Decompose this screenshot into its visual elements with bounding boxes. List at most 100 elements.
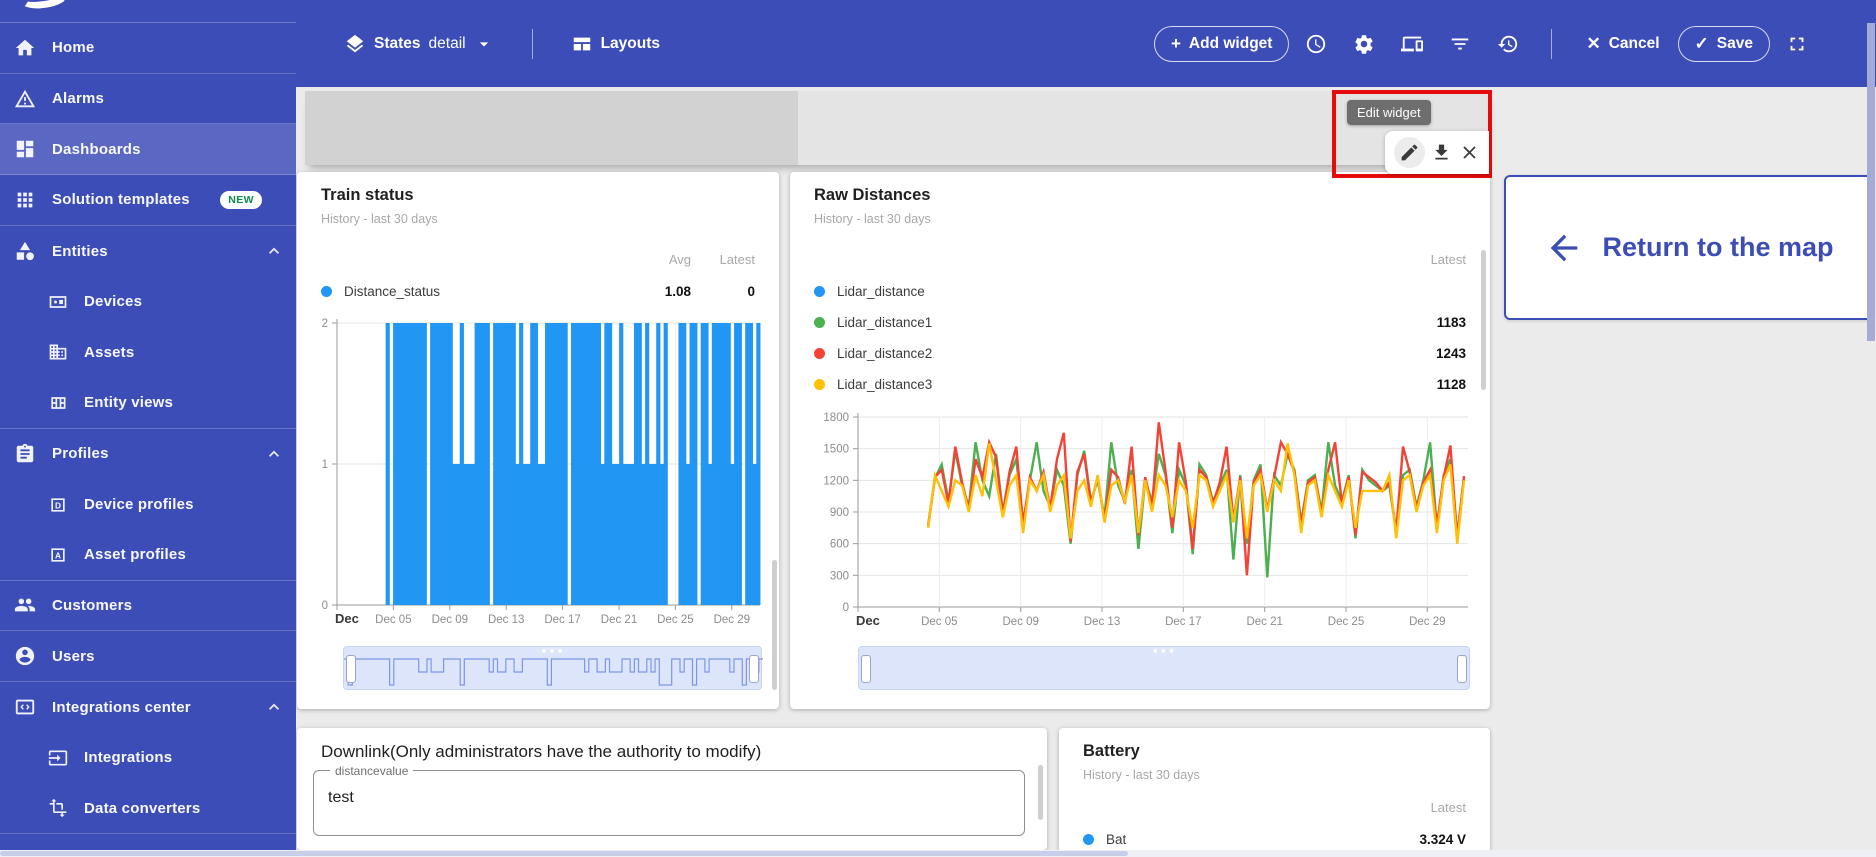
data-converters-icon [48,798,68,818]
state-value: detail [429,35,466,53]
version-history-button[interactable] [1487,23,1529,65]
svg-text:Dec 17: Dec 17 [1165,616,1201,628]
range-handle-right[interactable] [1457,655,1467,683]
sidebar-item-data-converters[interactable]: Data converters [0,783,296,834]
toolbar-divider [532,29,533,59]
legend-scrollbar-thumb[interactable] [1481,250,1486,390]
sidebar-item-label: Devices [84,293,142,310]
asset-profiles-icon [48,545,68,565]
distancevalue-input[interactable] [328,789,998,807]
widget-downlink[interactable]: Downlink(Only administrators have the au… [297,728,1047,850]
filters-button[interactable] [1439,23,1481,65]
save-button[interactable]: ✓ Save [1678,26,1770,62]
add-widget-button[interactable]: + Add widget [1154,26,1289,62]
range-handle-left[interactable] [346,655,356,683]
range-grip[interactable]: ■ ■ ■ [542,649,564,655]
cancel-label: Cancel [1609,35,1660,53]
legend-item-distance_status[interactable]: Distance_status1.080 [321,280,755,302]
sidebar-item-label: Users [52,648,95,665]
sidebar-item-home[interactable]: Home [0,23,296,74]
sidebar-item-dashboards[interactable]: Dashboards [0,124,296,175]
time-window-button[interactable] [1295,23,1337,65]
entity-aliases-button[interactable] [1391,23,1433,65]
sidebar-item-device-profiles[interactable]: Device profiles [0,479,296,530]
thingsboard-logo-icon [19,0,69,11]
widget-battery[interactable]: Battery History - last 30 days Latest Ba… [1059,728,1490,852]
legend-header-latest: Latest [1431,252,1466,267]
range-handle-right[interactable] [749,655,759,683]
edit-widget-button[interactable] [1394,137,1425,168]
legend-item-lidar_distance[interactable]: Lidar_distance [814,280,1466,302]
train-status-chart: 012DecDec 05Dec 09Dec 13Dec 17Dec 21Dec … [297,312,779,634]
widget-train-status[interactable]: Train status History - last 30 days Avg … [297,172,779,709]
train-chart-range-selector[interactable]: ■ ■ ■ [343,646,762,690]
sidebar-item-profiles[interactable]: Profiles [0,429,296,480]
download-widget-button[interactable] [1431,142,1452,163]
svg-text:Dec: Dec [335,611,359,626]
legend-item-bat[interactable]: Bat3.324 V [1083,828,1466,850]
svg-text:Dec 25: Dec 25 [657,614,693,626]
widget-scrollbar-thumb[interactable] [772,560,777,690]
svg-text:Dec 13: Dec 13 [488,614,524,626]
widget-raw-distances[interactable]: Raw Distances History - last 30 days Lat… [790,172,1490,709]
entities-icon [14,240,36,262]
sidebar-item-label: Solution templates [52,191,190,208]
sidebar-item-solution-templates[interactable]: Solution templatesNEW [0,175,296,226]
sidebar-item-devices[interactable]: Devices [0,276,296,327]
layouts-icon [571,33,593,55]
sidebar-item-entities[interactable]: Entities [0,226,296,277]
svg-text:Dec 21: Dec 21 [601,614,637,626]
widget-title: Downlink(Only administrators have the au… [321,742,761,762]
sidebar-item-entity-views[interactable]: Entity views [0,378,296,429]
horizontal-scrollbar-thumb[interactable] [0,851,1128,856]
widget-timewindow: History - last 30 days [321,212,438,226]
range-grip[interactable]: ■ ■ ■ [1153,649,1175,655]
cancel-button[interactable]: ✕ Cancel [1574,26,1671,62]
svg-text:2: 2 [322,318,328,330]
series-name: Distance_status [344,284,440,299]
raw-chart-range-selector[interactable]: ■ ■ ■ [858,646,1470,690]
sidebar-item-assets[interactable]: Assets [0,327,296,378]
devices-icon [48,292,68,312]
states-select[interactable]: States detail [332,26,506,62]
sidebar-scrollbar-thumb[interactable] [1867,23,1875,341]
series-latest: 0 [747,284,755,299]
series-color-dot [814,286,825,297]
sidebar-item-customers[interactable]: Customers [0,581,296,632]
logo-bar [0,0,296,23]
sidebar-item-asset-profiles[interactable]: Asset profiles [0,530,296,581]
sidebar-item-users[interactable]: Users [0,631,296,682]
svg-text:0: 0 [843,602,849,614]
svg-text:Dec 21: Dec 21 [1246,616,1282,628]
clock-icon [1305,33,1327,55]
layouts-button[interactable]: Layouts [559,26,672,62]
sidebar-item-integrations-center[interactable]: Integrations center [0,682,296,733]
widget-title: Raw Distances [814,186,930,205]
sidebar-item-label: Profiles [52,445,109,462]
legend-header-latest: Latest [1431,800,1466,815]
close-icon: ✕ [1586,34,1600,54]
alarms-icon [14,88,36,110]
return-to-map-button[interactable]: Return to the map [1504,175,1874,320]
app-window: Home Alarms DashboardsSolution templatesNE… [0,0,1876,857]
widget-scrollbar-thumb[interactable] [1038,765,1043,820]
fullscreen-button[interactable] [1776,23,1818,65]
raw-distances-chart: 0300600900120015001800DecDec 05Dec 09Dec… [790,312,1490,634]
widget-title: Battery [1083,742,1140,761]
remove-widget-button[interactable] [1459,142,1480,163]
svg-text:Dec 09: Dec 09 [1002,616,1038,628]
layers-icon [344,33,366,55]
sidebar-item-integrations[interactable]: Integrations [0,733,296,784]
plus-icon: + [1171,34,1181,54]
sidebar-item-label: Customers [52,597,132,614]
sidebar-item-label: Alarms [52,90,104,107]
widget-timewindow: History - last 30 days [1083,768,1200,782]
svg-text:Dec 05: Dec 05 [375,614,411,626]
dashboard-settings-button[interactable] [1343,23,1385,65]
filter-icon [1449,33,1471,55]
sidebar-item-alarms[interactable]: Alarms [0,74,296,125]
range-handle-left[interactable] [861,655,871,683]
page-horizontal-scrollbar[interactable] [0,850,1876,857]
svg-text:1200: 1200 [823,475,849,487]
integrations-center-icon [14,696,36,718]
